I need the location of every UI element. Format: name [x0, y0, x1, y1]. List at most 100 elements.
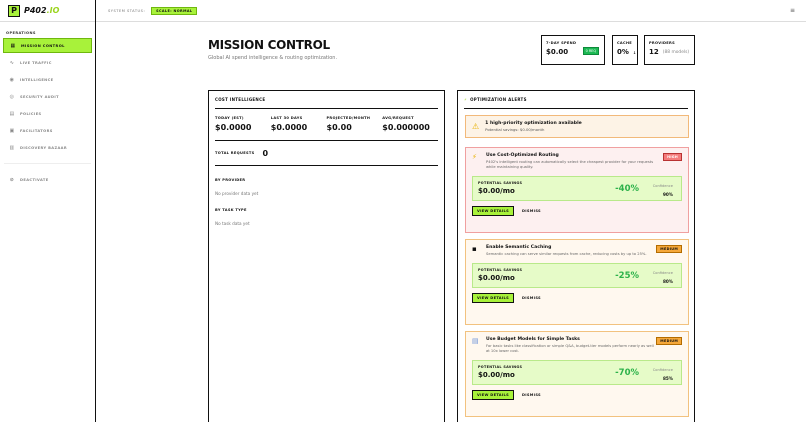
divider [215, 165, 438, 166]
sidebar-item-label: DEACTIVATE [20, 177, 49, 182]
menu-icon[interactable]: ≡ [790, 7, 795, 14]
metric-label: AVG/REQUEST [382, 116, 414, 120]
sidebar-item-label: LIVE TRAFFIC [20, 60, 52, 65]
recommendation-desc: Semantic caching can serve similar reque… [486, 252, 647, 256]
confidence-value: 85% [662, 376, 673, 381]
recommendation-title: Use Cost-Optimized Routing [486, 153, 559, 158]
stat-label: 7-DAY SPEND [546, 41, 577, 45]
page-subtitle: Global AI spend intelligence & routing o… [208, 55, 338, 61]
warning-icon: ⚠ [472, 122, 480, 131]
view-details-button[interactable]: VIEW DETAILS [472, 293, 514, 303]
savings-value: $0.00/mo [478, 187, 515, 195]
recommendation-actions: VIEW DETAILS DISMISS [472, 293, 682, 303]
metric-last-30-days: LAST 30 DAYS $0.0000 [271, 116, 327, 132]
priority-badge: HIGH [663, 153, 682, 161]
dismiss-button[interactable]: DISMISS [522, 296, 541, 300]
stat-sub: (88 models) [662, 49, 690, 55]
nav-section-label: OPERATIONS [6, 31, 36, 35]
recommendation-card: ⚡ Use Cost-Optimized Routing P402's inte… [465, 147, 689, 233]
recommendation-desc: P402's intelligent routing can automatic… [486, 160, 654, 169]
view-details-button[interactable]: VIEW DETAILS [472, 206, 514, 216]
priority-badge: MEDIUM [656, 337, 682, 345]
brain-icon: ◉ [9, 76, 15, 83]
card-title: COST INTELLIGENCE [215, 91, 438, 109]
sidebar-item-label: DISCOVERY BAZAAR [20, 145, 68, 150]
alert-summary-sub: Potential savings: $0.00/month [485, 127, 545, 132]
sidebar-item-label: SECURITY AUDIT [20, 94, 59, 99]
metric-projected-month: PROJECTED/MONTH $0.00 [327, 116, 383, 132]
divider [215, 140, 438, 141]
sidebar-item-security-audit[interactable]: ◎ SECURITY AUDIT [3, 89, 92, 104]
sidebar-item-label: INTELLIGENCE [20, 77, 54, 82]
topbar: SYSTEM STATUS: SCALE: NORMAL ≡ [96, 0, 806, 22]
sidebar-item-policies[interactable]: ▤ POLICIES [3, 106, 92, 121]
document-icon: ▤ [9, 110, 15, 117]
stat-value-row: 0% ↓ [617, 48, 637, 56]
alert-summary-title: 1 high-priority optimization available [485, 121, 582, 126]
savings-label: POTENTIAL SAVINGS [478, 365, 523, 369]
by-task-empty: No task data yet [215, 221, 250, 226]
recommendation-desc: For basic tasks like classification or s… [486, 344, 654, 353]
plug-icon: ⊘ [9, 176, 15, 183]
dismiss-button[interactable]: DISMISS [522, 209, 541, 213]
savings-label: POTENTIAL SAVINGS [478, 181, 523, 185]
floppy-icon: ▪ [472, 245, 477, 253]
metric-label: LAST 30 DAYS [270, 116, 303, 120]
lightning-icon: ⚡ [472, 153, 477, 161]
savings-percent: -70% [615, 368, 639, 378]
metric-value: $0.0000 [270, 123, 308, 132]
trend-down-icon: ↓ [632, 49, 637, 55]
confidence-value: 80% [662, 279, 673, 284]
savings-value: $0.00/mo [478, 274, 515, 282]
metric-value: $0.00 [326, 123, 352, 132]
by-task-title: BY TASK TYPE [215, 208, 247, 212]
metric-value: $0.000000 [382, 123, 430, 132]
confidence-label: Confidence [652, 271, 673, 275]
lightning-icon: ⚡ [464, 97, 468, 102]
view-details-button[interactable]: VIEW DETAILS [472, 390, 514, 400]
logo[interactable]: P P402.IO [0, 0, 95, 22]
logo-name: P402 [24, 6, 47, 15]
dismiss-button[interactable]: DISMISS [522, 393, 541, 397]
sidebar-item-intelligence[interactable]: ◉ INTELLIGENCE [3, 72, 92, 87]
stat-7day-spend: 7-DAY SPEND $0.00 0 REQ [541, 35, 605, 65]
stat-providers: PROVIDERS 12 (88 models) [644, 35, 695, 65]
cost-intelligence-card: COST INTELLIGENCE TODAY (EST) $0.0000 LA… [208, 90, 445, 422]
recommendation-header: ▪ Enable Semantic Caching Semantic cachi… [472, 245, 682, 257]
recommendation-card: ▤ Use Budget Models for Simple Tasks For… [465, 331, 689, 417]
sidebar-item-deactivate[interactable]: ⊘ DEACTIVATE [3, 172, 92, 187]
savings-label: POTENTIAL SAVINGS [478, 268, 523, 272]
metric-avg-request: AVG/REQUEST $0.000000 [382, 116, 438, 132]
logo-mark: P [8, 4, 20, 17]
recommendation-title: Enable Semantic Caching [486, 245, 552, 250]
recommendation-header: ⚡ Use Cost-Optimized Routing P402's inte… [472, 153, 682, 170]
recommendation-text: Enable Semantic Caching Semantic caching… [486, 245, 656, 257]
request-count-badge: 0 REQ [582, 47, 599, 55]
sidebar-item-facilitators[interactable]: ▣ FACILITATORS [3, 123, 92, 138]
savings-value: $0.00/mo [478, 371, 515, 379]
priority-badge: MEDIUM [656, 245, 682, 253]
recommendation-title: Use Budget Models for Simple Tasks [486, 337, 580, 342]
total-requests-label: TOTAL REQUESTS [215, 151, 255, 155]
sidebar-item-mission-control[interactable]: ▦ MISSION CONTROL [3, 38, 92, 53]
sidebar-item-live-traffic[interactable]: ∿ LIVE TRAFFIC [3, 55, 92, 70]
total-requests-row: TOTAL REQUESTS 0 [215, 148, 438, 158]
sidebar-item-label: MISSION CONTROL [21, 43, 65, 48]
stat-value: 12 [649, 48, 659, 56]
optimization-alerts-card: ⚡ OPTIMIZATION ALERTS ⚠ 1 high-priority … [457, 90, 695, 422]
sidebar-item-discovery-bazaar[interactable]: ▥ DISCOVERY BAZAAR [3, 140, 92, 155]
shield-icon: ◎ [9, 93, 15, 100]
metric-label: PROJECTED/MONTH [326, 116, 371, 120]
logo-text: P402.IO [24, 6, 59, 15]
pulse-icon: ∿ [9, 59, 15, 66]
system-status-label: SYSTEM STATUS: [108, 8, 146, 13]
store-icon: ▥ [9, 144, 15, 151]
stat-value-row: 12 (88 models) [649, 48, 690, 56]
alert-summary-text: 1 high-priority optimization available P… [485, 121, 582, 132]
nav-list: ▦ MISSION CONTROL ∿ LIVE TRAFFIC ◉ INTEL… [0, 38, 95, 155]
stat-label: CACHE [617, 41, 633, 45]
alert-summary: ⚠ 1 high-priority optimization available… [465, 115, 689, 138]
by-provider-title: BY PROVIDER [215, 178, 246, 182]
by-provider-empty: No provider data yet [215, 191, 259, 196]
document-icon: ▤ [472, 337, 479, 345]
